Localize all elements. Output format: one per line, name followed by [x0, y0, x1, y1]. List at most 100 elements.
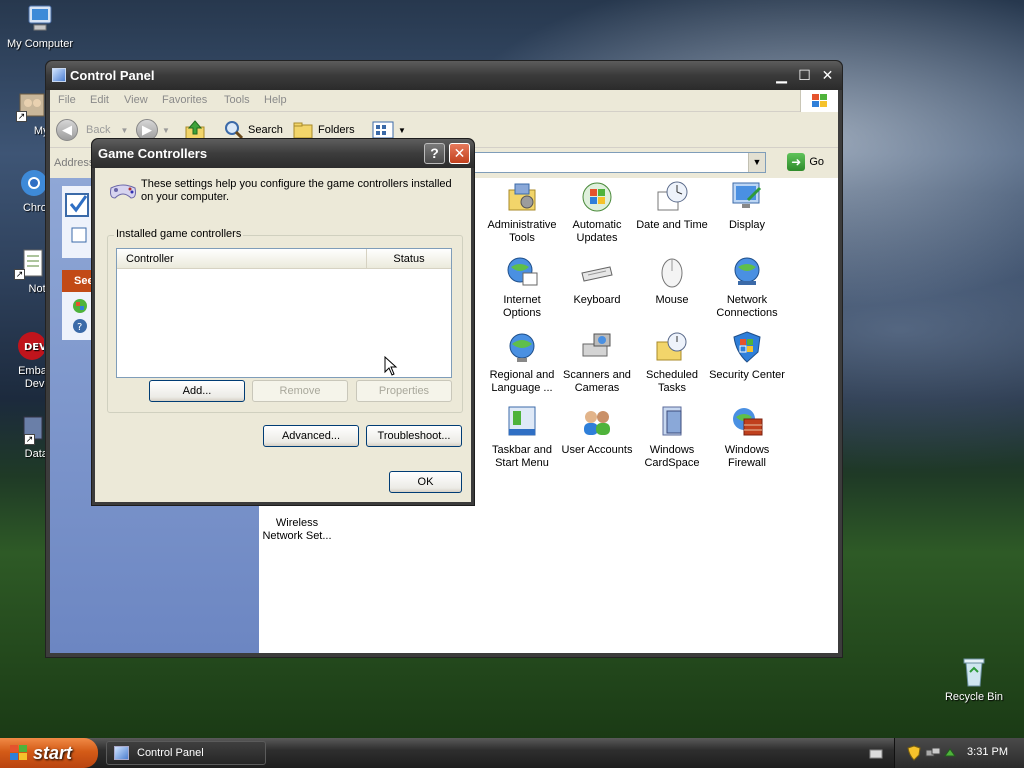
regional-language-icon	[505, 330, 539, 364]
go-arrow-icon: ➜	[787, 153, 806, 171]
column-status[interactable]: Status	[367, 249, 451, 269]
cp-item-label: Internet Options	[503, 294, 541, 319]
maximize-button[interactable]: ☐	[794, 65, 815, 86]
windows-flag-icon	[10, 745, 27, 760]
dialog-titlebar[interactable]: Game Controllers	[92, 139, 474, 168]
views-icon	[372, 121, 394, 139]
cp-item-administrative-tools[interactable]: Administrative Tools	[484, 180, 560, 245]
cp-item-internet-options[interactable]: Internet Options	[484, 255, 560, 320]
keyboard-tray-icon[interactable]	[869, 748, 883, 760]
cp-item-label: Administrative Tools	[487, 219, 557, 244]
dialog-close-button[interactable]: ✕	[449, 143, 470, 164]
help-icon[interactable]: ?	[72, 318, 88, 334]
properties-button[interactable]: Properties	[356, 380, 452, 402]
back-label: Back	[86, 124, 111, 136]
user-accounts-icon	[580, 405, 614, 439]
cp-item-scheduled-tasks[interactable]: Scheduled Tasks	[634, 330, 710, 395]
desktop-icon-label: Recycle Bin	[944, 691, 1004, 703]
installed-controllers-label: Installed game controllers	[114, 228, 244, 240]
cp-item-display[interactable]: Display	[709, 180, 785, 232]
control-panel-icon	[52, 68, 66, 82]
system-tray: 3:31 PM	[894, 738, 1024, 768]
cp-item-mouse[interactable]: Mouse	[634, 255, 710, 307]
remove-button[interactable]: Remove	[252, 380, 348, 402]
desktop-icon-recycle-bin[interactable]: Recycle Bin	[934, 656, 1014, 704]
cp-item-label: Mouse	[655, 294, 689, 306]
column-controller[interactable]: Controller	[117, 249, 367, 269]
cp-item-automatic-updates[interactable]: Automatic Updates	[559, 180, 635, 245]
add-button[interactable]: Add...	[149, 380, 245, 402]
display-icon	[730, 180, 764, 214]
troubleshoot-button[interactable]: Troubleshoot...	[366, 425, 462, 447]
cp-item-label: Keyboard	[573, 294, 621, 306]
start-button[interactable]: start	[0, 738, 98, 768]
dialog-body: These settings help you configure the ga…	[95, 168, 471, 502]
advanced-button[interactable]: Advanced...	[263, 425, 359, 447]
cp-item-windows-firewall[interactable]: Windows Firewall	[709, 405, 785, 470]
close-button[interactable]: ✕	[817, 65, 838, 86]
mouse-cursor-icon	[384, 356, 398, 376]
date-time-icon	[655, 180, 689, 214]
address-dropdown-button[interactable]: ▼	[748, 153, 765, 172]
menu-view[interactable]: View	[124, 94, 148, 106]
chevron-down-icon: ▼	[120, 125, 129, 135]
game-controllers-dialog: Game Controllers ? ✕ These settings help…	[91, 138, 475, 506]
taskbar-button-label: Control Panel	[137, 747, 204, 759]
cp-item-label: Automatic Updates	[572, 219, 622, 244]
cp-item-keyboard[interactable]: Keyboard	[559, 255, 635, 307]
chrome-icon	[14, 167, 47, 199]
security-shield-icon[interactable]	[907, 745, 921, 761]
cp-item-scanners-and-cameras[interactable]: Scanners and Cameras	[559, 330, 635, 395]
embarcadero-icon: DEV	[12, 330, 47, 362]
windows-firewall-icon	[730, 405, 764, 439]
cp-item-date-and-time[interactable]: Date and Time	[634, 180, 710, 232]
go-label: Go	[809, 156, 824, 168]
ok-button[interactable]: OK	[389, 471, 462, 493]
cp-item-label: Windows Firewall	[724, 444, 770, 469]
keyboard-icon	[580, 255, 614, 289]
desktop-icon-my-computer[interactable]: My Computer	[0, 3, 80, 51]
cp-item-windows-cardspace[interactable]: Windows CardSpace	[634, 405, 710, 470]
recycle-bin-icon	[958, 656, 990, 688]
cp-item-label: Wireless Network Set...	[262, 517, 332, 542]
menu-file[interactable]: File	[58, 94, 76, 106]
windows-update-icon[interactable]	[72, 298, 88, 314]
go-button[interactable]: ➜ Go	[787, 153, 824, 171]
cp-item-label: Regional and Language ...	[489, 369, 555, 394]
menu-help[interactable]: Help	[264, 94, 287, 106]
clock[interactable]: 3:31 PM	[967, 746, 1008, 758]
network-connections-icon	[730, 255, 764, 289]
cp-item-taskbar-and-start-menu[interactable]: Taskbar and Start Menu	[484, 405, 560, 470]
help-button[interactable]: ?	[424, 143, 445, 164]
svg-text:DEV: DEV	[24, 342, 44, 353]
windows-logo-icon	[800, 90, 838, 112]
cp-item-regional-and-language[interactable]: Regional and Language ...	[484, 330, 560, 395]
network-tray-icon[interactable]	[925, 746, 941, 760]
cp-item-security-center[interactable]: Security Center	[709, 330, 785, 382]
cp-item-label: Taskbar and Start Menu	[492, 444, 552, 469]
list-header: Controller Status	[117, 249, 451, 269]
program-icon: ↗	[16, 90, 48, 122]
back-arrow-icon: ◀	[56, 119, 78, 141]
svg-text:?: ?	[77, 322, 82, 333]
switch-view-icon[interactable]	[70, 226, 88, 244]
cp-item-network-connections[interactable]: Network Connections	[709, 255, 785, 320]
chevron-down-icon: ▼	[162, 125, 170, 135]
control-panel-titlebar[interactable]: Control Panel ▁ ☐ ✕	[46, 61, 842, 90]
cp-item-label: Display	[728, 219, 766, 231]
cp-item-label: User Accounts	[561, 444, 633, 456]
menu-tools[interactable]: Tools	[224, 94, 250, 106]
game-controller-icon	[110, 184, 136, 199]
administrative-tools-icon	[505, 180, 539, 214]
safely-remove-tray-icon[interactable]	[943, 746, 957, 760]
taskbar-button-control-panel[interactable]: Control Panel	[106, 741, 266, 765]
menu-favorites[interactable]: Favorites	[162, 94, 207, 106]
minimize-button[interactable]: ▁	[771, 65, 792, 86]
my-computer-icon	[24, 3, 56, 35]
shortcut-arrow-icon: ↗	[14, 269, 25, 280]
scanners-cameras-icon	[580, 330, 614, 364]
menu-edit[interactable]: Edit	[90, 94, 109, 106]
cp-item-user-accounts[interactable]: User Accounts	[559, 405, 635, 457]
controllers-list[interactable]: Controller Status	[116, 248, 452, 378]
control-panel-icon	[65, 193, 89, 217]
